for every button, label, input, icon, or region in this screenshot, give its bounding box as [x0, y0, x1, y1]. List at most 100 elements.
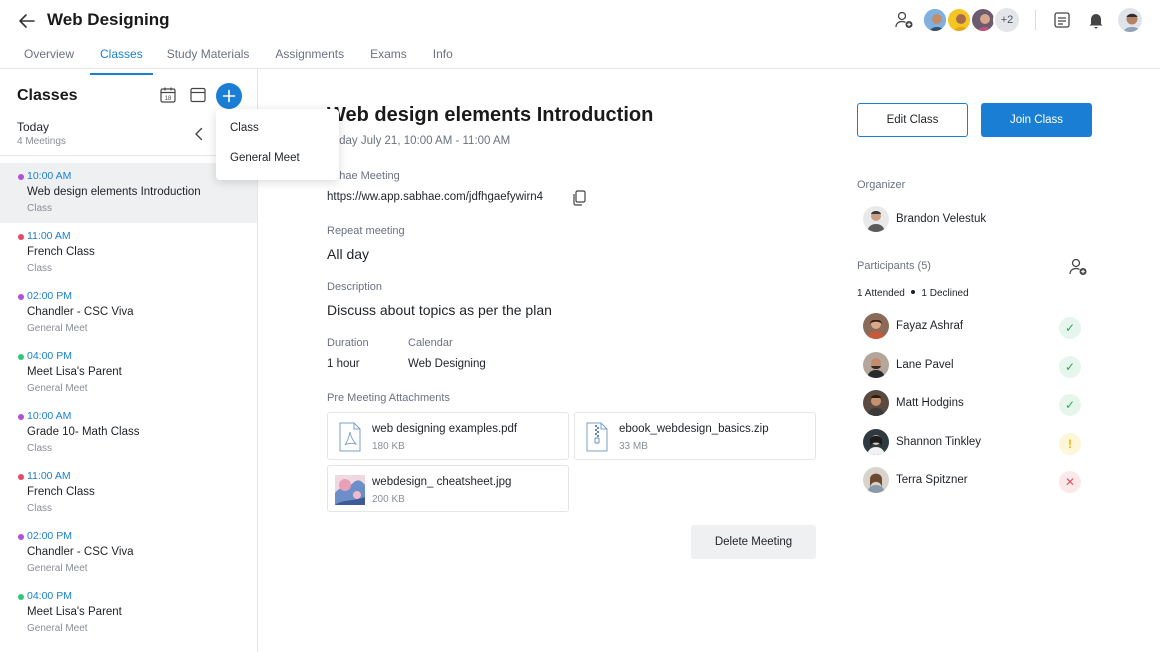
- meeting-type: Class: [27, 503, 53, 514]
- meeting-item[interactable]: 02:00 PM Chandler - CSC Viva General Mee…: [0, 283, 257, 343]
- menu-item-general-meet[interactable]: General Meet: [230, 152, 300, 164]
- meeting-time: 10:00 AM: [27, 410, 72, 422]
- participant-row[interactable]: Terra Spitzner ✕: [857, 467, 1092, 497]
- calendar-value: Web Designing: [408, 358, 486, 370]
- avatar: [863, 467, 889, 493]
- participant-name: Terra Spitzner: [896, 474, 968, 486]
- tab-exams[interactable]: Exams: [360, 46, 417, 74]
- meeting-name: Chandler - CSC Viva: [27, 306, 134, 318]
- meeting-item[interactable]: 11:00 AM French Class Class: [0, 463, 257, 523]
- meeting-time: 04:00 PM: [27, 590, 72, 602]
- attachment-item[interactable]: webdesign_ cheatsheet.jpg 200 KB: [327, 465, 569, 512]
- attendance-summary: 1 Attended 1 Declined: [857, 288, 969, 299]
- meeting-item[interactable]: 10:00 AM Grade 10- Math Class Class: [0, 403, 257, 463]
- meeting-type: General Meet: [27, 623, 88, 634]
- meeting-title: Web design elements Introduction: [327, 104, 654, 126]
- zip-file-icon: [586, 422, 608, 452]
- status-dot: [18, 594, 24, 600]
- attachment-item[interactable]: web designing examples.pdf 180 KB: [327, 412, 569, 460]
- participant-name: Lane Pavel: [896, 359, 954, 371]
- meeting-item[interactable]: 04:00 PM Meet Lisa's Parent General Meet: [0, 343, 257, 403]
- plus-icon: [222, 89, 236, 103]
- tab-info[interactable]: Info: [423, 46, 463, 74]
- organizer-name: Brandon Velestuk: [896, 213, 987, 225]
- participant-name: Matt Hodgins: [896, 397, 964, 409]
- duration-label: Duration: [327, 337, 369, 349]
- participant-name: Shannon Tinkley: [896, 436, 982, 448]
- meeting-link[interactable]: https://ww.app.sabhae.com/jdfhgaefywirn4: [327, 191, 543, 203]
- calendar-date-icon[interactable]: 18: [159, 86, 179, 106]
- join-class-button[interactable]: Join Class: [981, 103, 1092, 137]
- bell-icon[interactable]: [1084, 8, 1108, 32]
- calendar-label: Calendar: [408, 337, 453, 349]
- meeting-name: Grade 10- Math Class: [27, 426, 140, 438]
- participant-row[interactable]: Fayaz Ashraf ✓: [857, 313, 1092, 343]
- meeting-name: Meet Lisa's Parent: [27, 606, 122, 618]
- meeting-time: 02:00 PM: [27, 530, 72, 542]
- meeting-type: Class: [27, 263, 53, 274]
- participant-name: Fayaz Ashraf: [896, 320, 964, 332]
- menu-item-class[interactable]: Class: [230, 122, 259, 134]
- member-avatar[interactable]: [946, 7, 972, 33]
- declined-count: 1 Declined: [921, 288, 969, 299]
- pending-exclamation-icon: !: [1059, 433, 1081, 455]
- calendar-view-icon[interactable]: [189, 86, 209, 106]
- meeting-type: Class: [27, 203, 53, 214]
- divider: [1035, 10, 1036, 30]
- sidebar-title: Classes: [17, 87, 78, 104]
- attachments-label: Pre Meeting Attachments: [327, 392, 450, 404]
- separator-dot: [910, 290, 915, 295]
- organizer[interactable]: Brandon Velestuk: [857, 206, 1092, 236]
- declined-x-icon: ✕: [1059, 471, 1081, 493]
- delete-meeting-button[interactable]: Delete Meeting: [691, 525, 816, 559]
- chevron-left-icon[interactable]: [190, 125, 208, 143]
- description-value: Discuss about topics as per the plan: [327, 302, 552, 318]
- copy-icon[interactable]: [572, 190, 586, 206]
- accepted-check-icon: ✓: [1059, 356, 1081, 378]
- meeting-type: Class: [27, 443, 53, 454]
- member-avatar[interactable]: [922, 7, 948, 33]
- add-participant-icon[interactable]: [1066, 255, 1090, 279]
- participant-row[interactable]: Shannon Tinkley !: [857, 429, 1092, 459]
- meeting-count: 4 Meetings: [17, 136, 66, 147]
- avatar: [863, 390, 889, 416]
- attachment-name: webdesign_ cheatsheet.jpg: [372, 476, 512, 488]
- svg-text:18: 18: [165, 96, 172, 102]
- meeting-type: General Meet: [27, 383, 88, 394]
- attachment-size: 180 KB: [372, 441, 405, 452]
- meeting-type: General Meet: [27, 563, 88, 574]
- page-title: Web Designing: [47, 10, 170, 29]
- status-dot: [18, 534, 24, 540]
- add-class-button[interactable]: [216, 83, 242, 109]
- tab-assignments[interactable]: Assignments: [265, 46, 354, 74]
- attachment-item[interactable]: ebook_webdesign_basics.zip 33 MB: [574, 412, 816, 460]
- meeting-item[interactable]: 04:00 PM Meet Lisa's Parent General Meet: [0, 583, 257, 643]
- meeting-time: 10:00 AM: [27, 170, 72, 182]
- status-dot: [18, 174, 24, 180]
- add-user-icon[interactable]: [892, 8, 916, 32]
- date-label: Today: [17, 120, 50, 134]
- meeting-item[interactable]: 02:00 PM Chandler - CSC Viva General Mee…: [0, 523, 257, 583]
- avatar: [863, 429, 889, 455]
- accepted-check-icon: ✓: [1059, 394, 1081, 416]
- attachment-name: ebook_webdesign_basics.zip: [619, 423, 769, 435]
- more-members-badge[interactable]: +2: [993, 6, 1021, 34]
- edit-class-button[interactable]: Edit Class: [857, 103, 968, 137]
- status-dot: [18, 234, 24, 240]
- status-dot: [18, 474, 24, 480]
- meeting-item[interactable]: 11:00 AM French Class Class: [0, 223, 257, 283]
- participant-row[interactable]: Matt Hodgins ✓: [857, 390, 1092, 420]
- layout-icon[interactable]: [1050, 8, 1074, 32]
- add-menu-dropdown: Class General Meet: [216, 109, 339, 180]
- meeting-list: 10:00 AM Web design elements Introductio…: [0, 163, 257, 643]
- meeting-time: 11:00 AM: [27, 470, 71, 482]
- meeting-name: Web design elements Introduction: [27, 186, 201, 198]
- meeting-name: Meet Lisa's Parent: [27, 366, 122, 378]
- user-avatar[interactable]: [1116, 6, 1144, 34]
- status-dot: [18, 354, 24, 360]
- duration-value: 1 hour: [327, 358, 360, 370]
- participant-row[interactable]: Lane Pavel ✓: [857, 352, 1092, 382]
- attachment-name: web designing examples.pdf: [372, 423, 518, 435]
- back-arrow-icon[interactable]: [16, 10, 38, 32]
- meeting-time: 04:00 PM: [27, 350, 72, 362]
